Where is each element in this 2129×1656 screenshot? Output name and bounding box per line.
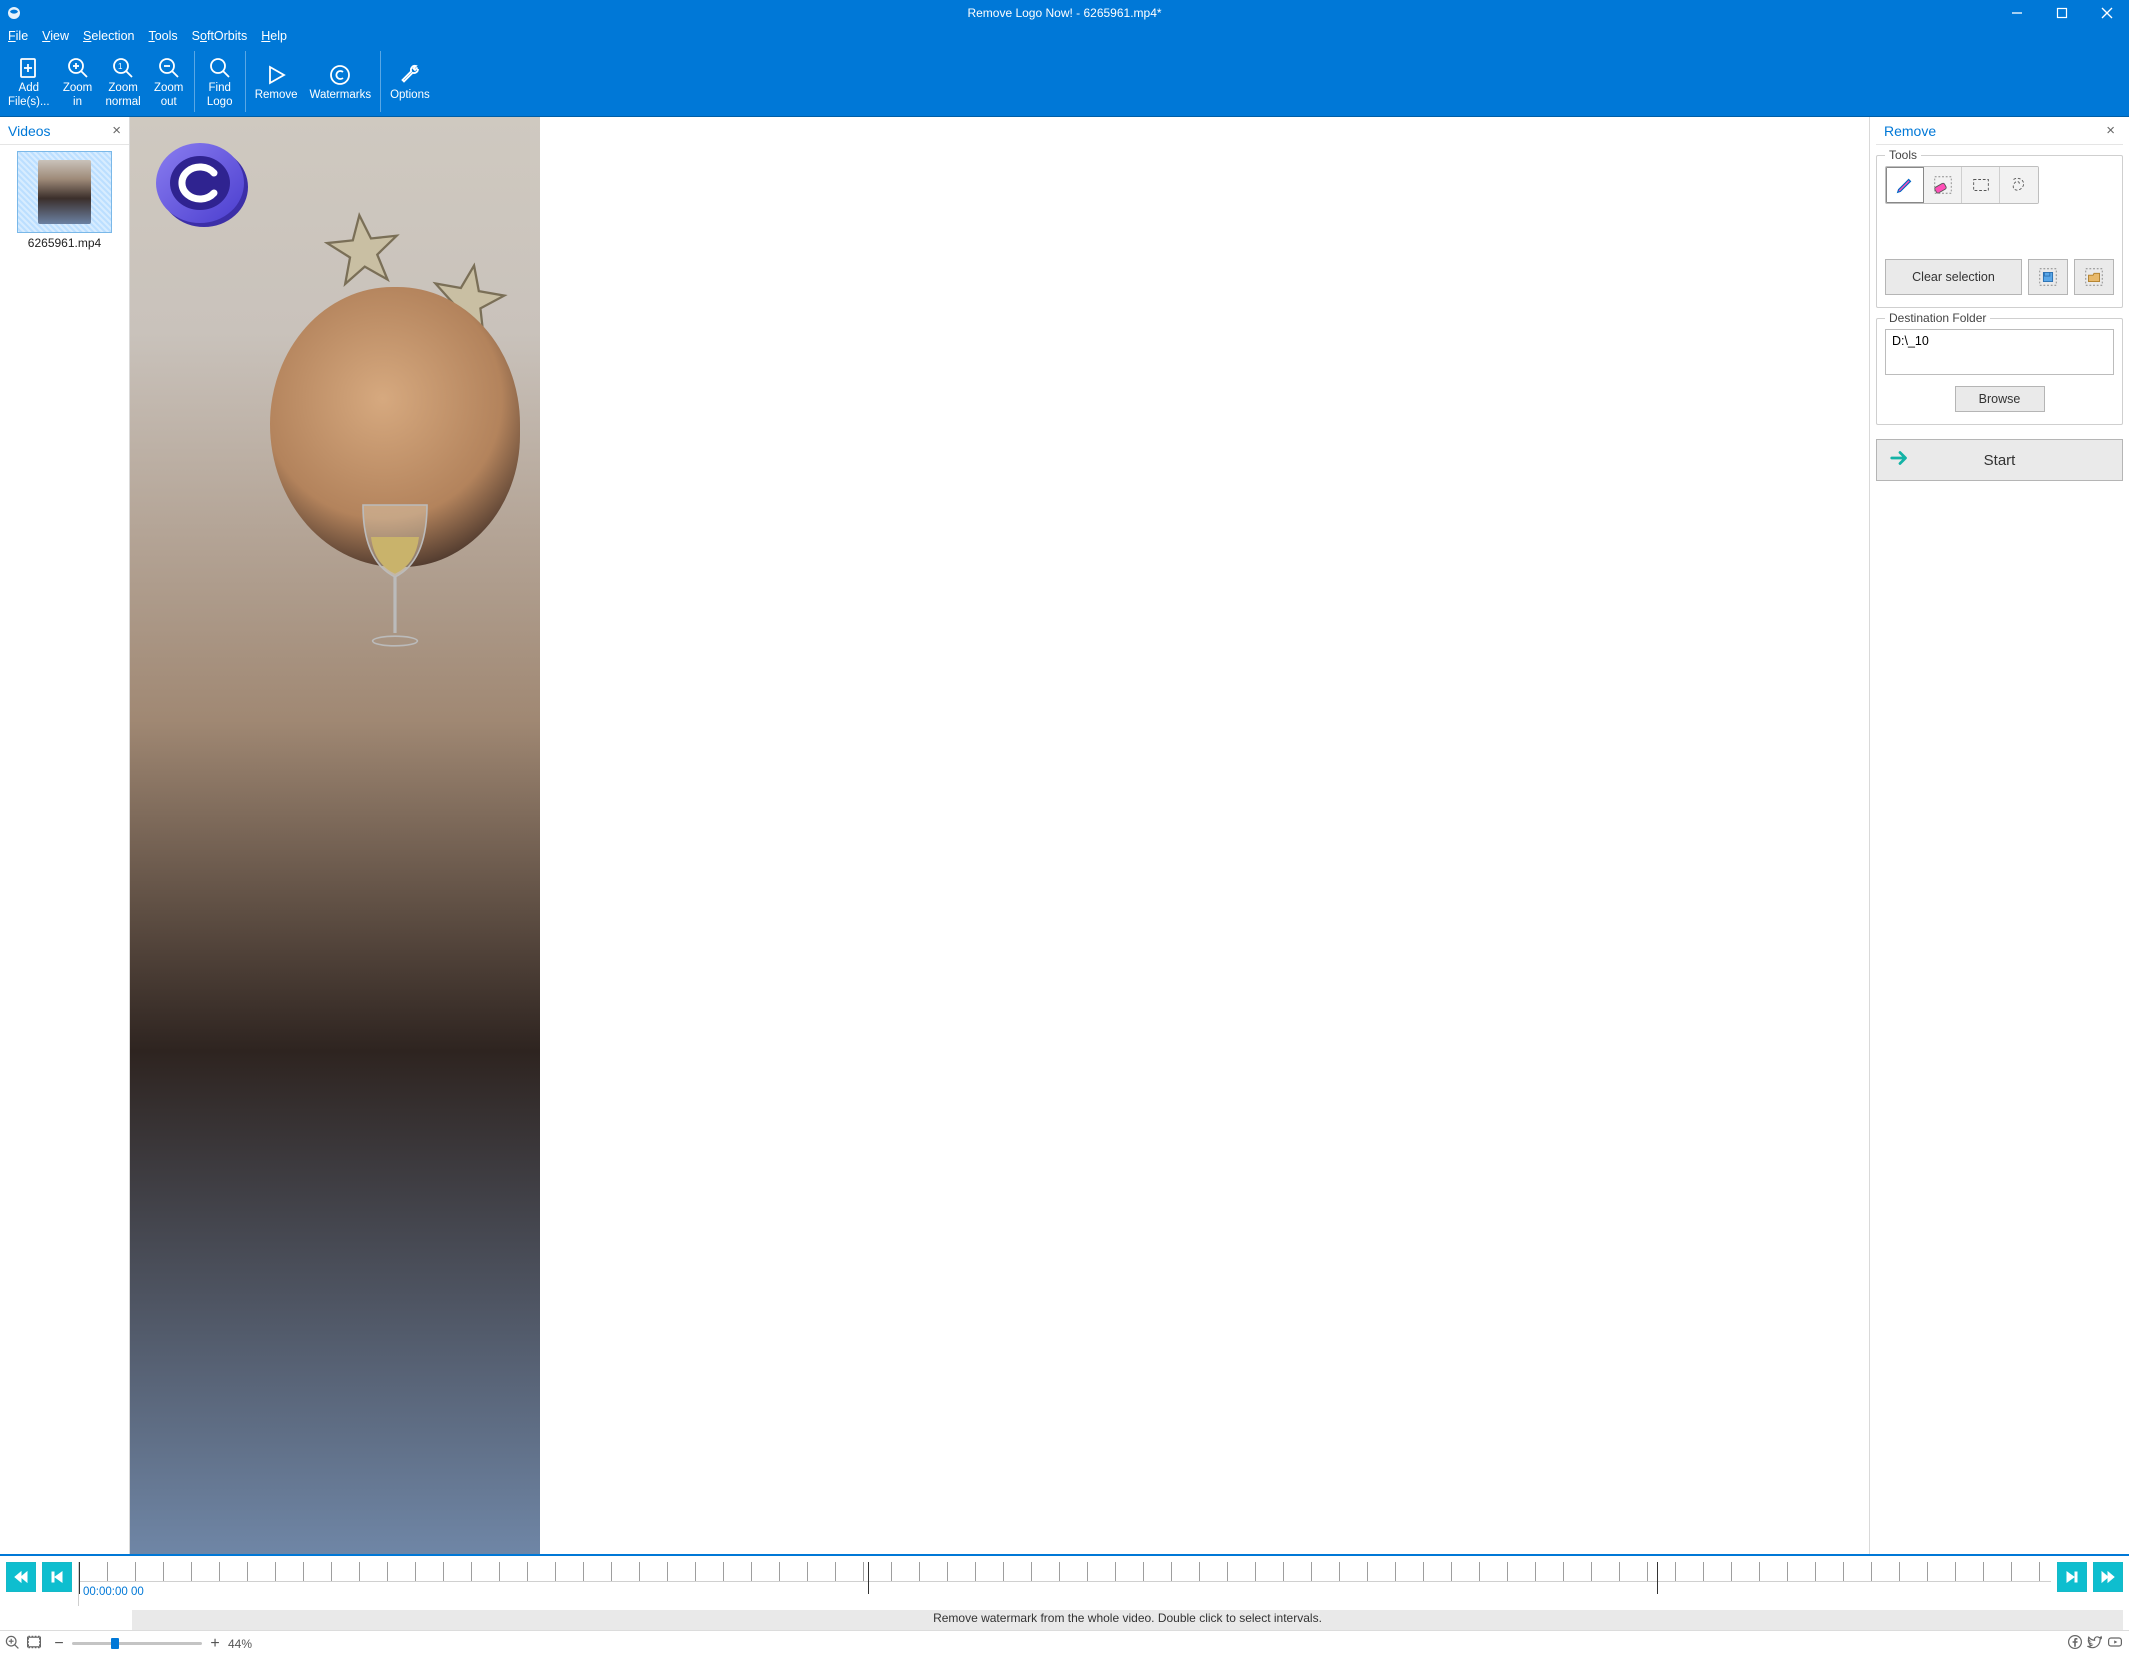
menu-softorbits[interactable]: SoftOrbits bbox=[192, 29, 248, 43]
save-selection-button[interactable] bbox=[2028, 259, 2068, 295]
zoom-out-button[interactable]: Zoom out bbox=[147, 47, 191, 116]
clear-selection-button[interactable]: Clear selection bbox=[1885, 259, 2022, 295]
toolbar: Add File(s)... Zoom in 1 Zoom normal Zoo… bbox=[0, 47, 2129, 117]
freehand-select-tool[interactable] bbox=[2000, 167, 2038, 203]
start-arrow-icon bbox=[1889, 448, 1911, 472]
zoom-normal-icon: 1 bbox=[111, 54, 135, 82]
copyright-icon bbox=[328, 61, 352, 89]
video-item[interactable]: 6265961.mp4 bbox=[6, 151, 123, 250]
skip-back-button[interactable] bbox=[6, 1562, 36, 1592]
zoom-plus-icon[interactable]: + bbox=[208, 1635, 222, 1653]
videos-panel-close[interactable]: × bbox=[112, 122, 121, 139]
zoom-minus-icon[interactable]: − bbox=[52, 1635, 66, 1653]
timecode: 00:00:00 00 bbox=[83, 1586, 144, 1598]
zoom-slider-track[interactable] bbox=[72, 1642, 202, 1645]
play-icon bbox=[264, 61, 288, 89]
zoom-in-button[interactable]: Zoom in bbox=[56, 47, 100, 116]
add-file-icon bbox=[17, 54, 41, 82]
app-icon bbox=[5, 4, 23, 22]
skip-forward-button[interactable] bbox=[2093, 1562, 2123, 1592]
menu-help[interactable]: Help bbox=[261, 29, 287, 43]
video-thumbnail bbox=[17, 151, 112, 233]
browse-button[interactable]: Browse bbox=[1955, 386, 2045, 412]
zoom-in-icon bbox=[66, 54, 90, 82]
preview-area[interactable] bbox=[130, 117, 1869, 1554]
marker-tool[interactable] bbox=[1886, 167, 1924, 203]
videos-panel: Videos × 6265961.mp4 bbox=[0, 117, 130, 1554]
destination-fieldset: Destination Folder Browse bbox=[1876, 318, 2123, 425]
remove-panel: Remove × Tools Clear selection Destinati… bbox=[1869, 117, 2129, 1554]
zoom-out-icon bbox=[157, 54, 181, 82]
facebook-icon[interactable] bbox=[2067, 1634, 2083, 1653]
timeline-track[interactable]: 00:00:00 00 bbox=[78, 1562, 2051, 1606]
step-back-button[interactable] bbox=[42, 1562, 72, 1592]
destination-folder-input[interactable] bbox=[1885, 329, 2114, 375]
remove-panel-title: Remove bbox=[1884, 123, 2106, 139]
rectangle-select-tool[interactable] bbox=[1962, 167, 2000, 203]
remove-button[interactable]: Remove bbox=[249, 47, 304, 116]
title-bar: Remove Logo Now! - 6265961.mp4* bbox=[0, 0, 2129, 25]
start-label: Start bbox=[1984, 452, 2016, 469]
start-button[interactable]: Start bbox=[1876, 439, 2123, 481]
wine-glass bbox=[355, 497, 435, 657]
find-logo-icon bbox=[208, 54, 232, 82]
videos-panel-title: Videos bbox=[8, 123, 112, 139]
zoom-percentage: 44% bbox=[228, 1637, 252, 1651]
options-button[interactable]: Options bbox=[384, 47, 436, 116]
tools-fieldset: Tools Clear selection bbox=[1876, 155, 2123, 308]
eraser-tool[interactable] bbox=[1924, 167, 1962, 203]
menu-tools[interactable]: Tools bbox=[148, 29, 177, 43]
timeline: 00:00:00 00 Remove watermark from the wh… bbox=[0, 1554, 2129, 1630]
video-preview bbox=[130, 117, 540, 1554]
close-button[interactable] bbox=[2084, 0, 2129, 25]
menu-selection[interactable]: Selection bbox=[83, 29, 134, 43]
window-title: Remove Logo Now! - 6265961.mp4* bbox=[967, 6, 1161, 20]
destination-legend: Destination Folder bbox=[1885, 311, 1990, 325]
menu-view[interactable]: View bbox=[42, 29, 69, 43]
fit-zoom-icon[interactable] bbox=[4, 1634, 20, 1653]
step-forward-button[interactable] bbox=[2057, 1562, 2087, 1592]
remove-panel-close[interactable]: × bbox=[2106, 122, 2115, 139]
add-files-button[interactable]: Add File(s)... bbox=[2, 47, 56, 116]
find-logo-button[interactable]: Find Logo bbox=[198, 47, 242, 116]
video-filename: 6265961.mp4 bbox=[6, 236, 123, 250]
tools-legend: Tools bbox=[1885, 148, 1921, 162]
menu-file[interactable]: File bbox=[8, 29, 28, 43]
zoom-normal-button[interactable]: 1 Zoom normal bbox=[100, 47, 147, 116]
timeline-hint: Remove watermark from the whole video. D… bbox=[132, 1610, 2123, 1630]
status-bar: − + 44% bbox=[0, 1630, 2129, 1656]
twitter-icon[interactable] bbox=[2087, 1634, 2103, 1653]
zoom-slider[interactable]: − + bbox=[52, 1635, 222, 1653]
svg-text:1: 1 bbox=[118, 62, 123, 71]
watermarks-button[interactable]: Watermarks bbox=[304, 47, 378, 116]
minimize-button[interactable] bbox=[1994, 0, 2039, 25]
headband-star bbox=[321, 208, 405, 292]
youtube-icon[interactable] bbox=[2107, 1634, 2123, 1653]
maximize-button[interactable] bbox=[2039, 0, 2084, 25]
menu-bar: File View Selection Tools SoftOrbits Hel… bbox=[0, 25, 2129, 47]
load-selection-button[interactable] bbox=[2074, 259, 2114, 295]
watermark-copyright-logo bbox=[152, 135, 252, 235]
wrench-icon bbox=[398, 61, 422, 89]
fit-screen-icon[interactable] bbox=[26, 1634, 42, 1653]
